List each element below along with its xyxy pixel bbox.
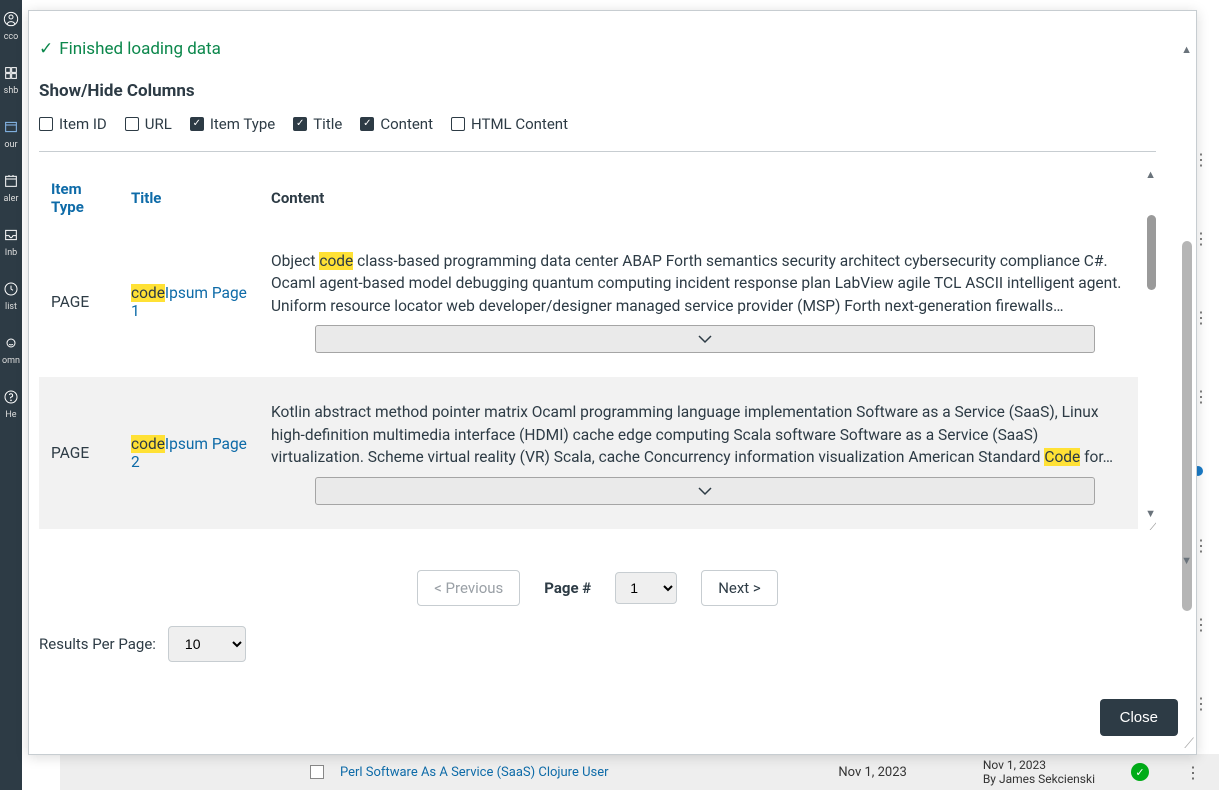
courses-icon[interactable] [2,118,20,136]
column-toggle-item-type[interactable]: Item Type [190,115,275,133]
item-type-cell: PAGE [39,377,119,528]
background-list-row: Perl Software As A Service (SaaS) Clojur… [60,754,1219,790]
inner-scrollbar-thumb[interactable] [1147,215,1156,290]
checkbox-label: HTML Content [471,115,568,133]
content-cell: Object code class-based programming data… [259,226,1138,377]
history-icon[interactable] [2,280,20,298]
content-cell: Kotlin abstract method pointer matrix Oc… [259,377,1138,528]
column-toggle-url[interactable]: URL [125,115,172,133]
row-date: Nov 1, 2023 [838,765,906,780]
title-cell: codeIpsum Page 1 [119,226,259,377]
row-meta: Nov 1, 2023 By James Sekcienski [983,758,1095,787]
checkbox-label: Content [380,115,433,133]
page-number-select[interactable]: 1 [615,572,677,604]
help-icon[interactable] [2,388,20,406]
inner-resize-handle[interactable]: ⟋ [1150,519,1156,534]
dialog-body: ▲ ▼ ✓ Finished loading data Show/Hide Co… [29,11,1196,687]
search-results-dialog: ▲ ▼ ✓ Finished loading data Show/Hide Co… [28,10,1197,755]
prev-page-button[interactable]: < Previous [417,570,520,606]
check-icon: ✓ [39,39,53,59]
per-page-select[interactable]: 10 [168,626,246,662]
nav-label-help: He [5,410,16,420]
col-header-title[interactable]: Title [119,170,259,226]
inner-scroll-arrow-up-icon[interactable]: ▲ [1145,170,1156,181]
row-title-link[interactable]: Perl Software As A Service (SaaS) Clojur… [340,765,609,780]
checkbox-label: Item ID [59,115,107,133]
col-header-item-type[interactable]: Item Type [39,170,119,226]
checkbox-label: Title [313,115,342,133]
pagination: < Previous Page # 1 Next > [39,570,1156,606]
nav-label-dashboard: shb [4,86,19,96]
nav-label-calendar: aler [4,194,19,204]
column-toggle-title[interactable]: Title [293,115,342,133]
commons-icon[interactable] [2,334,20,352]
result-title-link[interactable]: codeIpsum Page 2 [131,435,247,471]
checkbox-icon [190,117,204,131]
checkbox-icon [125,117,139,131]
calendar-icon[interactable] [2,172,20,190]
published-icon: ✓ [1131,763,1149,781]
item-type-cell: PAGE [39,226,119,377]
column-toggle-row: Item ID URL Item Type Title Content HTML Cont… [39,115,1156,152]
checkbox-label: Item Type [210,115,275,133]
expand-content-button[interactable] [315,477,1095,505]
column-toggle-content[interactable]: Content [360,115,433,133]
nav-label-inbox: Inb [5,248,17,258]
chevron-down-icon [698,334,712,344]
dashboard-icon[interactable] [2,64,20,82]
page-number-label: Page # [544,579,591,597]
table-row: PAGE codeIpsum Page 2 Kotlin abstract meth… [39,377,1138,528]
col-header-content: Content [259,170,1138,226]
inbox-icon[interactable] [2,226,20,244]
row-checkbox[interactable] [310,765,324,779]
nav-label-history: list [5,302,17,312]
checkbox-label: URL [145,115,172,133]
loading-status: ✓ Finished loading data [39,39,1156,59]
content-snippet: Kotlin abstract method pointer matrix Oc… [271,401,1126,468]
columns-heading: Show/Hide Columns [39,81,1156,101]
table-row: PAGE codeIpsum Page 1 Object code class-ba… [39,226,1138,377]
nav-label-courses: our [4,140,17,150]
account-icon[interactable] [2,10,20,28]
checkbox-icon [451,117,465,131]
dialog-footer: Close [29,687,1196,754]
global-nav-sidebar: cco shb our aler Inb list omn He [0,0,22,790]
row-kebab-menu[interactable]: ⋮ [1185,763,1201,782]
dialog-resize-handle[interactable]: ⟋ [1184,736,1194,752]
checkbox-icon [360,117,374,131]
results-per-page: Results Per Page: 10 [39,626,1156,662]
next-page-button[interactable]: Next > [701,570,778,606]
scroll-arrow-up-icon[interactable]: ▲ [1181,43,1192,56]
nav-label-commons: omn [2,356,20,366]
title-cell: codeIpsum Page 2 [119,377,259,528]
checkbox-icon [39,117,53,131]
chevron-down-icon [698,486,712,496]
content-snippet: Object code class-based programming data… [271,250,1126,317]
result-title-link[interactable]: codeIpsum Page 1 [131,284,247,320]
checkbox-icon [293,117,307,131]
scroll-arrow-down-icon[interactable]: ▼ [1181,554,1192,567]
expand-content-button[interactable] [315,325,1095,353]
results-panel: ▲ ▼ ⟋ Item Type Title Content [39,170,1156,662]
column-toggle-item-id[interactable]: Item ID [39,115,107,133]
results-table: Item Type Title Content PAGE codeIpsum Pa… [39,170,1138,529]
per-page-label: Results Per Page: [39,635,156,653]
close-button[interactable]: Close [1100,699,1178,736]
nav-label-account: cco [4,32,19,42]
status-text: Finished loading data [59,39,221,59]
results-scroll-region: ▲ ▼ ⟋ Item Type Title Content [39,170,1156,560]
column-toggle-html-content[interactable]: HTML Content [451,115,568,133]
